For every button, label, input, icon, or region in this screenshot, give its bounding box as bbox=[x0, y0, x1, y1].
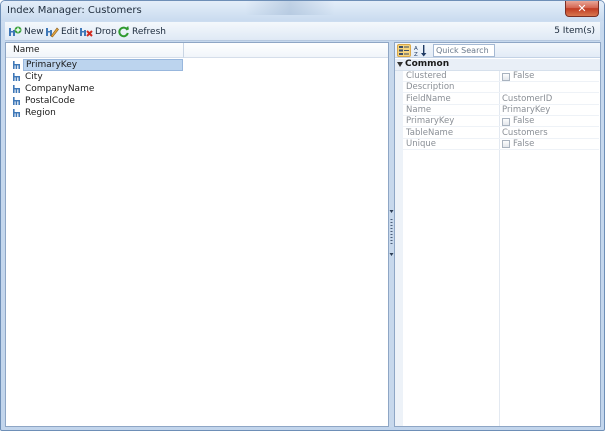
property-value-text: False bbox=[513, 116, 535, 127]
grid-gutter bbox=[395, 59, 403, 426]
new-button[interactable]: New bbox=[8, 24, 44, 39]
property-value[interactable]: False bbox=[502, 139, 534, 150]
property-name: Description bbox=[406, 82, 455, 93]
add-index-icon bbox=[9, 26, 22, 36]
title-bar[interactable]: Index Manager: Customers ✕ bbox=[1, 1, 604, 21]
alphabetical-sort-button[interactable]: A Z bbox=[414, 44, 428, 58]
refresh-button-label: Refresh bbox=[132, 26, 166, 37]
property-value-text: CustomerID bbox=[502, 93, 553, 104]
window-title: Index Manager: Customers bbox=[7, 5, 142, 16]
index-icon bbox=[13, 73, 20, 81]
property-value-text: PrimaryKey bbox=[502, 104, 551, 115]
property-value[interactable]: False bbox=[502, 116, 534, 127]
index-row-label: City bbox=[25, 72, 43, 82]
title-bar-blur bbox=[245, 1, 335, 15]
property-name: TableName bbox=[406, 127, 454, 138]
property-row[interactable]: FieldName CustomerID bbox=[403, 94, 599, 105]
property-row[interactable]: Name PrimaryKey bbox=[403, 105, 599, 116]
drop-index-icon bbox=[80, 28, 93, 37]
close-button[interactable]: ✕ bbox=[565, 1, 599, 17]
property-value-text: False bbox=[513, 71, 535, 81]
categorized-view-button[interactable] bbox=[397, 44, 411, 57]
property-checkbox[interactable] bbox=[502, 117, 510, 126]
property-row[interactable]: PrimaryKey False bbox=[403, 116, 599, 128]
category-common[interactable]: Common bbox=[395, 59, 600, 71]
index-list[interactable]: Name PrimaryKey City CompanyName PostalCode… bbox=[5, 42, 389, 427]
item-count: 5 Item(s) bbox=[554, 26, 595, 36]
new-button-label: New bbox=[24, 26, 44, 37]
toolbar: New Edit Drop Refresh 5 Item(s) bbox=[5, 22, 600, 41]
index-row[interactable]: City bbox=[6, 71, 388, 83]
index-icon bbox=[13, 97, 20, 105]
index-row[interactable]: PrimaryKey bbox=[6, 59, 388, 71]
quick-search-input[interactable] bbox=[433, 44, 495, 57]
property-name: PrimaryKey bbox=[406, 116, 455, 127]
index-row[interactable]: CompanyName bbox=[6, 83, 388, 95]
property-name: Unique bbox=[406, 138, 436, 149]
svg-text:Z: Z bbox=[414, 52, 418, 57]
drop-button-label: Drop bbox=[95, 26, 117, 37]
edit-button-label: Edit bbox=[61, 26, 79, 37]
property-checkbox[interactable] bbox=[502, 140, 510, 149]
property-name: Name bbox=[406, 104, 432, 115]
index-icon bbox=[13, 61, 20, 69]
property-name: FieldName bbox=[406, 93, 451, 104]
property-row[interactable]: Clustered False bbox=[403, 71, 599, 82]
property-value[interactable]: CustomerID bbox=[502, 94, 552, 105]
index-manager-window: Index Manager: Customers ✕ New Edit Drop… bbox=[0, 0, 605, 431]
property-value[interactable]: PrimaryKey bbox=[502, 105, 550, 116]
property-grid-toolbar: A Z bbox=[395, 43, 600, 58]
property-checkbox[interactable] bbox=[502, 72, 510, 81]
property-value[interactable]: False bbox=[502, 71, 534, 82]
categorized-view-icon bbox=[399, 46, 409, 55]
property-name: Clustered bbox=[406, 71, 447, 81]
alphabetical-sort-icon: A Z bbox=[414, 45, 427, 58]
property-row[interactable]: TableName Customers bbox=[403, 128, 599, 139]
index-rows: PrimaryKey City CompanyName PostalCode Regio… bbox=[6, 59, 388, 119]
refresh-icon bbox=[118, 26, 129, 38]
edit-index-icon bbox=[46, 27, 59, 38]
name-column-header[interactable]: Name bbox=[6, 43, 184, 58]
refresh-button[interactable]: Refresh bbox=[117, 24, 166, 39]
edit-button[interactable]: Edit bbox=[45, 24, 78, 39]
property-row[interactable]: Description bbox=[403, 82, 599, 94]
index-icon bbox=[13, 85, 20, 93]
property-value-text: Customers bbox=[502, 127, 548, 138]
index-row[interactable]: PostalCode bbox=[6, 95, 388, 107]
index-row-label: PrimaryKey bbox=[23, 59, 183, 71]
column-header-filler bbox=[184, 43, 388, 58]
index-icon bbox=[13, 109, 20, 117]
property-row[interactable]: Unique False bbox=[403, 139, 599, 150]
index-row-label: Region bbox=[25, 108, 56, 118]
property-grid-body: Common Clustered False Description FieldNam… bbox=[395, 59, 600, 426]
property-value[interactable]: Customers bbox=[502, 128, 548, 139]
index-row[interactable]: Region bbox=[6, 107, 388, 119]
index-row-label: PostalCode bbox=[25, 96, 75, 106]
index-row-label: CompanyName bbox=[25, 84, 95, 94]
category-label: Common bbox=[405, 59, 450, 69]
drop-button[interactable]: Drop bbox=[79, 24, 117, 39]
collapse-icon[interactable] bbox=[397, 62, 403, 67]
property-grid: A Z Common Clustered False DescriptionFiel… bbox=[394, 42, 601, 427]
property-value-text: False bbox=[513, 138, 535, 149]
